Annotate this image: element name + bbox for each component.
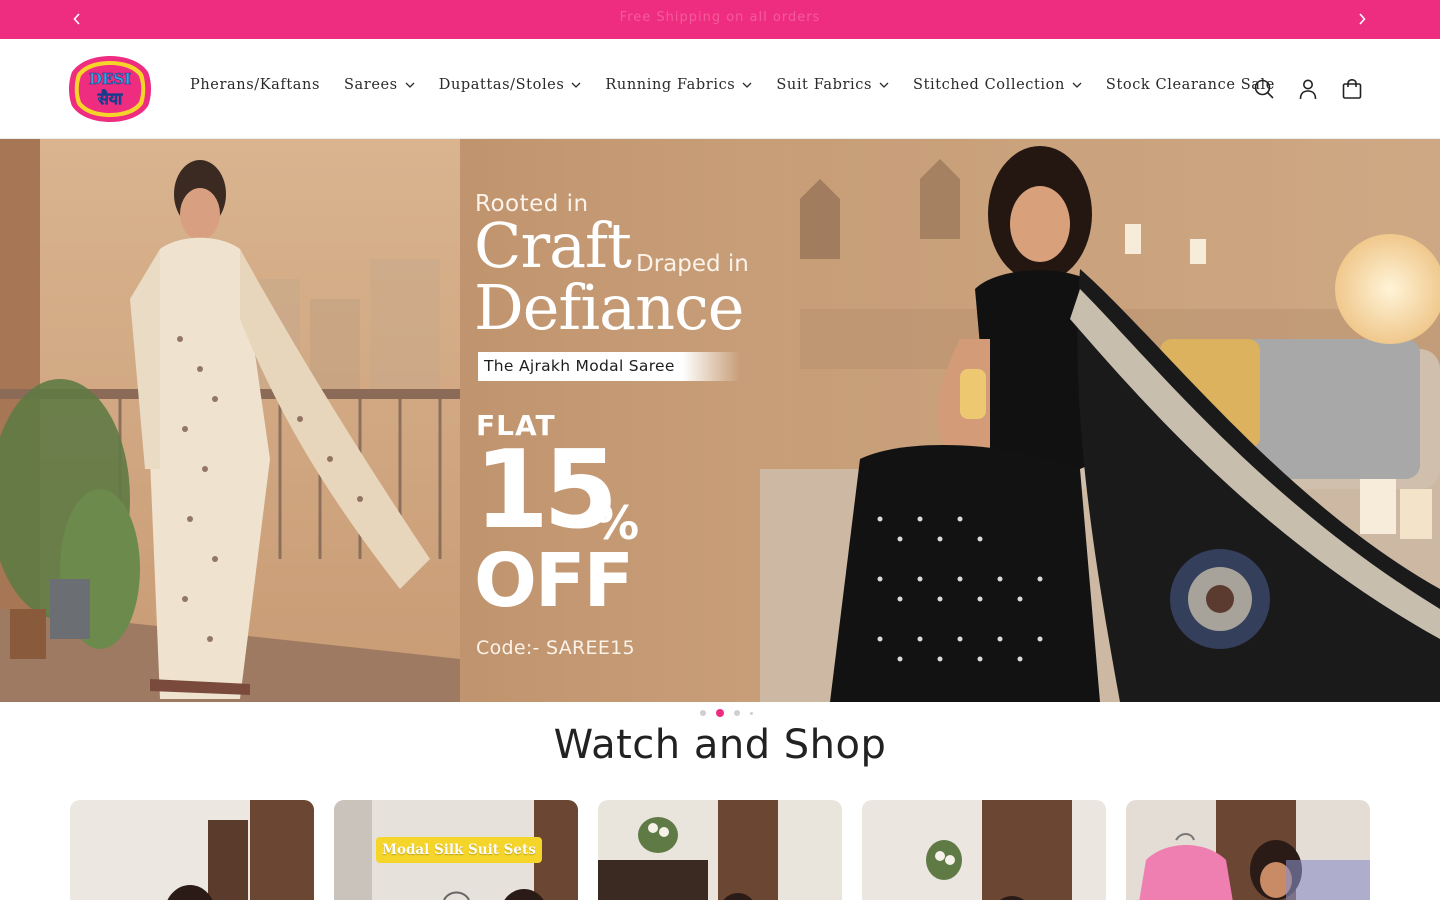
nav-item-label: Pherans/Kaftans bbox=[190, 77, 321, 93]
hero-line-defiance: Defiance bbox=[474, 271, 744, 344]
chevron-left-icon[interactable] bbox=[67, 9, 87, 29]
video-card[interactable] bbox=[1126, 800, 1370, 900]
hero-tagline: The Ajrakh Modal Saree bbox=[484, 357, 675, 375]
nav-item-label: Stock Clearance Sale bbox=[1105, 77, 1275, 93]
svg-text:सैया: सैया bbox=[97, 89, 123, 108]
chevron-right-icon[interactable] bbox=[1352, 9, 1372, 29]
section-title: Watch and Shop bbox=[553, 722, 887, 768]
hero-off: OFF bbox=[474, 538, 634, 624]
nav-item-label: Suit Fabrics bbox=[776, 77, 873, 93]
nav-item-suit-fabrics[interactable]: Suit Fabrics bbox=[776, 77, 889, 93]
chevron-down-icon bbox=[405, 82, 415, 88]
nav-item-label: Running Fabrics bbox=[605, 77, 736, 93]
nav-item-running-fabrics[interactable]: Running Fabrics bbox=[605, 77, 752, 93]
slideshow-dots bbox=[700, 709, 763, 717]
hero-banner[interactable]: Rooted in Craft Draped in Defiance The A… bbox=[0, 139, 1440, 702]
search-icon[interactable] bbox=[1252, 77, 1276, 101]
cart-icon[interactable] bbox=[1340, 77, 1364, 101]
video-card[interactable] bbox=[598, 800, 842, 900]
hero-line-craft: Craft bbox=[474, 209, 632, 282]
video-card[interactable]: Modal Silk Suit Sets bbox=[334, 800, 578, 900]
card-badge: Modal Silk Suit Sets bbox=[376, 837, 542, 863]
nav-item-label: Stitched Collection bbox=[913, 77, 1065, 93]
chevron-down-icon bbox=[879, 82, 889, 88]
hero-coupon-code: Code:- SAREE15 bbox=[476, 637, 635, 659]
slide-dot-1[interactable] bbox=[700, 710, 706, 716]
nav-item-stock-clearance-sale[interactable]: Stock Clearance Sale bbox=[1106, 77, 1275, 93]
chevron-down-icon bbox=[742, 82, 752, 88]
video-cards: Modal Silk Suit Sets bbox=[70, 800, 1390, 900]
main-nav: Pherans/Kaftans Sarees Dupattas/Stoles R… bbox=[190, 77, 1299, 93]
nav-item-sarees[interactable]: Sarees bbox=[344, 77, 415, 93]
announcement-bar: Free Shipping on all orders bbox=[0, 0, 1440, 39]
hero-discount-number: 15 bbox=[474, 428, 618, 553]
nav-item-dupattas-stoles[interactable]: Dupattas/Stoles bbox=[439, 77, 582, 93]
nav-item-label: Dupattas/Stoles bbox=[438, 77, 565, 93]
nav-item-label: Sarees bbox=[344, 77, 398, 93]
logo[interactable]: DESI सैया bbox=[68, 54, 152, 124]
slide-dot-4[interactable] bbox=[750, 711, 753, 715]
video-card[interactable] bbox=[862, 800, 1106, 900]
announcement-message: Free Shipping on all orders bbox=[619, 10, 821, 25]
site-header: DESI सैया Pherans/Kaftans Sarees Dupatta… bbox=[0, 39, 1440, 139]
account-icon[interactable] bbox=[1296, 77, 1320, 101]
chevron-down-icon bbox=[571, 82, 581, 88]
header-icons bbox=[1252, 77, 1384, 101]
svg-text:DESI: DESI bbox=[89, 70, 131, 88]
chevron-down-icon bbox=[1072, 82, 1082, 88]
slide-dot-3[interactable] bbox=[734, 710, 740, 716]
hero-image bbox=[0, 139, 1440, 702]
nav-item-stitched-collection[interactable]: Stitched Collection bbox=[913, 77, 1082, 93]
video-card[interactable] bbox=[70, 800, 314, 900]
nav-item-pherans-kaftans[interactable]: Pherans/Kaftans bbox=[190, 77, 320, 93]
slide-dot-2[interactable] bbox=[716, 709, 724, 717]
